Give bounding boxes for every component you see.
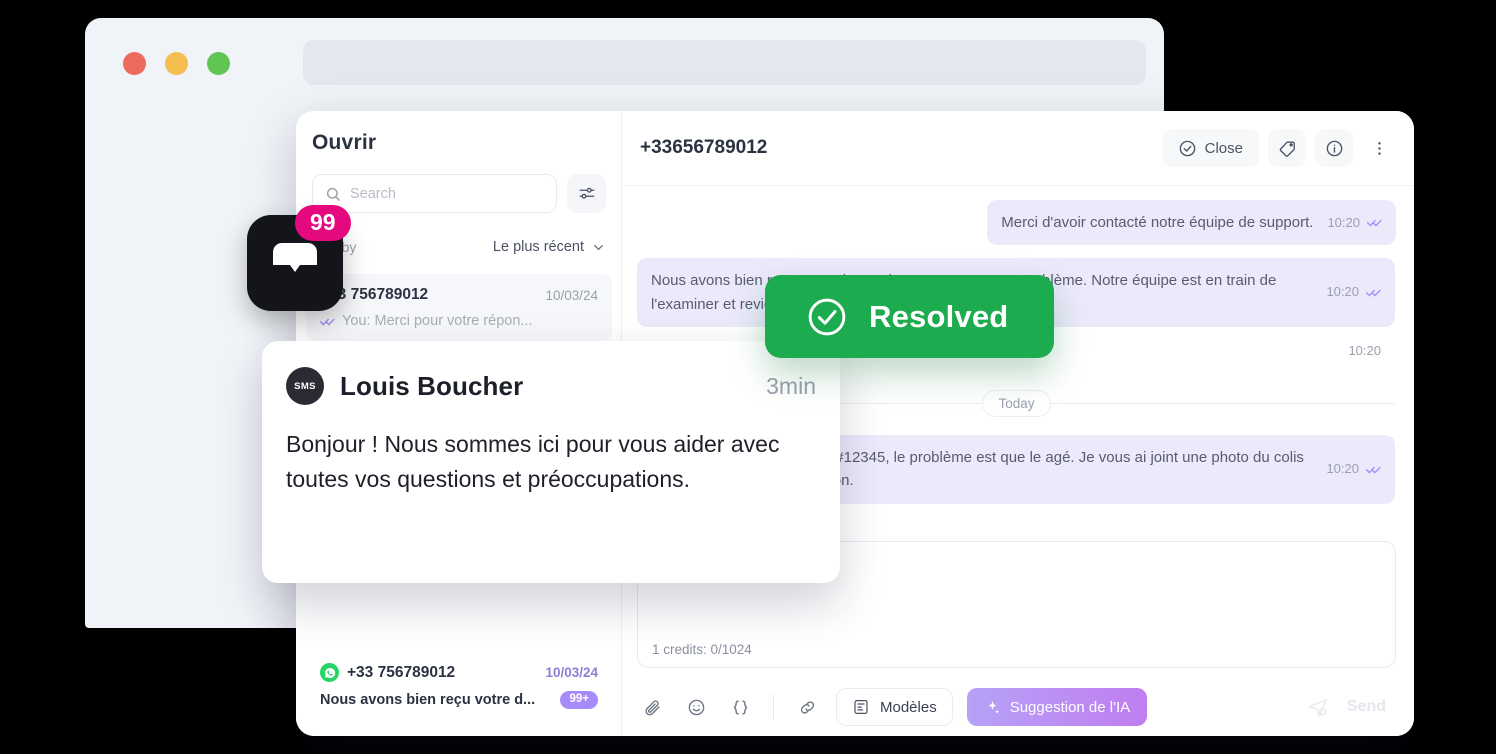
message-time: 10:20 [1348,343,1381,359]
conversation-preview: Nous avons bien reçu votre d... [320,691,536,708]
conversation-phone-label: +33 756789012 [347,663,456,681]
sort-value-label: Le plus récent [492,239,584,255]
message-bubble: Merci d'avoir contacté notre équipe de s… [987,200,1396,246]
unread-count-badge: 99+ [560,691,598,709]
info-icon [1325,139,1344,158]
message-text: Merci d'avoir contacté notre équipe de s… [1001,214,1314,231]
whatsapp-icon [320,663,339,682]
channel-label: SMS [294,380,316,392]
search-icon [325,186,341,202]
more-vertical-icon [1370,139,1389,158]
conversation-preview-row: You: Merci pour votre répon... [320,313,598,329]
screenshot-root: Ouvrir So [0,0,1496,754]
inbox-chat-icon [271,241,319,285]
app-icon-badge: 99 [295,205,351,241]
notification-header: SMS Louis Boucher 3min [286,367,816,409]
conversation-preview: You: Merci pour votre répon... [342,313,533,329]
double-check-icon [1366,464,1381,475]
search-row [312,174,606,213]
smiley-icon [687,698,706,717]
attach-file-button[interactable] [637,692,667,722]
braces-icon [731,698,750,717]
notification-message: Bonjour ! Nous sommes ici pour vous aide… [286,431,780,492]
message-meta: 10:20 [1326,459,1381,479]
template-icon [852,698,870,716]
conversation-list-item[interactable]: +33 756789012 10/03/24 You: Merci pour v… [306,274,612,341]
tag-icon [1278,139,1297,158]
notification-card[interactable]: SMS Louis Boucher 3min Bonjour ! Nous so… [262,341,840,583]
minimize-window-button[interactable] [165,52,188,75]
paperclip-icon [643,698,662,717]
conversation-date: 10/03/24 [545,287,598,303]
send-plane-icon [1307,696,1329,718]
composer-toolbar: Modèles Suggestion de l'IA Send [637,681,1396,733]
close-window-button[interactable] [123,52,146,75]
sort-row: Sort by Le plus récent [312,239,606,255]
divider-line-right [1050,403,1396,404]
message-time: 10:20 [1326,284,1359,300]
send-group: Send [1303,692,1396,722]
notification-sender-name: Louis Boucher [340,370,524,401]
sliders-icon [578,185,596,203]
link-icon [798,698,817,717]
ai-suggestion-label: Suggestion de l'IA [1009,698,1131,716]
resolved-toast: Resolved [765,275,1054,358]
info-button[interactable] [1315,129,1353,167]
double-check-icon [1366,287,1381,298]
message-meta: 10:20 [1326,282,1381,302]
resolved-toast-label: Resolved [869,298,1009,334]
chevron-down-icon [591,240,606,255]
sparkle-icon [984,699,1001,716]
page-title: Ouvrir [312,131,377,154]
sort-dropdown[interactable]: Le plus récent [493,239,606,255]
chat-header: +33656789012 Close [623,111,1414,186]
search-box[interactable] [312,174,557,213]
templates-label: Modèles [880,698,937,716]
conversation-list-item[interactable]: +33 756789012 10/03/24 Nous avons bien r… [306,651,612,721]
conversation-date: 10/03/24 [545,665,598,680]
avatar: SMS [286,367,324,409]
address-bar[interactable] [303,40,1146,85]
toolbar-divider [773,694,774,720]
double-check-icon [320,316,335,327]
send-button[interactable]: Send [1347,698,1386,716]
close-button-label: Close [1204,139,1243,157]
message-meta: 10:20 [1327,213,1382,233]
filter-button[interactable] [567,174,606,213]
window-traffic-lights [123,52,230,75]
check-circle-icon [1178,139,1197,158]
maximize-window-button[interactable] [207,52,230,75]
ai-suggestion-button[interactable]: Suggestion de l'IA [966,688,1148,726]
message-time: 10:20 [1327,214,1360,230]
send-icon-button[interactable] [1303,692,1333,722]
emoji-button[interactable] [681,692,711,722]
more-options-button[interactable] [1362,129,1396,167]
credits-counter: 1 credits: 0/1024 [652,642,752,657]
variables-button[interactable] [725,692,755,722]
search-input[interactable] [350,185,530,202]
insert-link-button[interactable] [792,692,822,722]
chat-header-actions: Close [1161,129,1396,167]
conversation-preview-row: Nous avons bien reçu votre d... 99+ [320,691,598,709]
notification-timestamp: 3min [766,372,816,399]
templates-button[interactable]: Modèles [836,688,953,726]
message-time: 10:20 [1326,461,1359,477]
check-circle-icon [805,295,849,339]
close-conversation-button[interactable]: Close [1161,129,1259,167]
chat-contact-phone: +33656789012 [640,137,768,158]
message-meta: 10:20 [1348,341,1381,361]
message-row: Merci d'avoir contacté notre équipe de s… [637,200,1396,246]
tag-button[interactable] [1268,129,1306,167]
conversation-phone: +33 756789012 [320,663,455,682]
date-divider-label: Today [982,390,1051,417]
double-check-icon [1367,217,1382,228]
